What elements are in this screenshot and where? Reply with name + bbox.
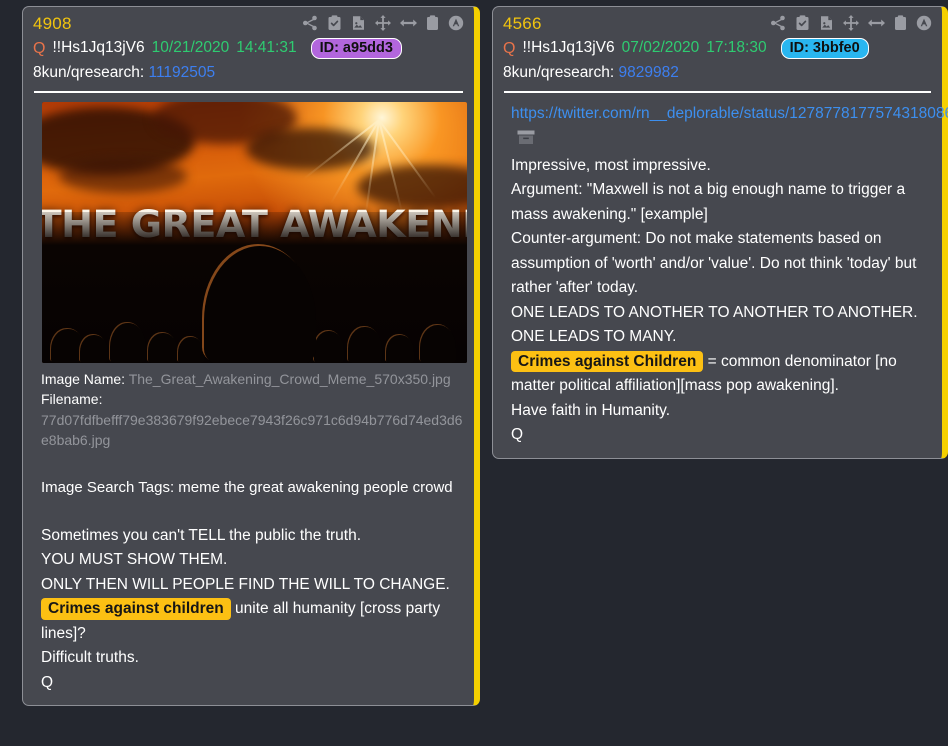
image-name-value: The_Great_Awakening_Crowd_Meme_570x350.j… [128,371,451,387]
post-date: 07/02/2020 [621,39,700,57]
circle-a-icon[interactable] [916,15,932,31]
share-icon[interactable] [770,15,786,31]
crowd-head [110,323,146,363]
crowd-silhouette [42,211,467,363]
body-line: YOU MUST SHOW THEM. [41,551,228,569]
clipboard-icon[interactable] [426,15,439,31]
tripcode: !!Hs1Jq13jV6 [522,39,615,57]
post-body: https://twitter.com/rn__deplorable/statu… [511,102,948,448]
post-header-top-row: 4566 [503,14,932,36]
move-icon[interactable] [375,15,391,31]
post-card-4908[interactable]: 4908 Q !!Hs1Jq13jV6 10/21/2020 14:41:31 … [22,6,480,707]
post-header-top-row: 4908 [33,14,464,36]
clipboard-check-icon[interactable] [795,15,810,31]
body-line-highlighted: Crimes against Children = common denomin… [511,350,897,394]
post-action-icons[interactable] [302,14,464,31]
post-signature: Q [511,426,524,444]
crowd-head [420,325,457,363]
body-line: Argument: "Maxwell is not a big enough n… [511,181,906,223]
crowd-head [386,335,415,363]
highlight-term: Crimes against children [41,598,231,620]
post-image[interactable]: THE GREAT AWAKENING [42,102,467,363]
post-action-icons[interactable] [770,14,932,31]
post-source-row: 8kun/qresearch: 9829982 [503,61,932,84]
circle-a-icon[interactable] [448,15,464,31]
header-divider [34,91,463,93]
twitter-link[interactable]: https://twitter.com/rn__deplorable/statu… [511,102,948,126]
body-line: Difficult truths. [41,649,139,667]
post-number[interactable]: 4908 [33,14,72,34]
author-mark: Q [503,39,516,57]
crowd-head [80,335,109,363]
crowd-head [178,337,204,363]
filename-value: 77d07fdfbefff79e383679f92ebece7943f26c97… [41,411,463,448]
post-header: 4566 Q !!Hs1Jq13jV6 07/02/2020 17:18:30 … [503,14,932,93]
post-time: 14:41:31 [236,39,297,57]
post-board: 4908 Q !!Hs1Jq13jV6 10/21/2020 14:41:31 … [0,0,948,746]
post-source-row: 8kun/qresearch: 11192505 [33,61,464,84]
body-line: ONLY THEN WILL PEOPLE FIND THE WILL TO C… [41,575,450,593]
post-card-4566[interactable]: 4566 Q !!Hs1Jq13jV6 07/02/2020 17:18:30 … [492,6,948,459]
post-time: 17:18:30 [706,39,767,57]
crowd-head [314,331,344,363]
source-label: 8kun/qresearch: [503,64,615,81]
post-body: Sometimes you can't TELL the public the … [41,524,464,695]
author-mark: Q [33,39,46,57]
body-line: Have faith in Humanity. [511,401,671,419]
archive-icon[interactable] [517,129,535,153]
share-icon[interactable] [302,15,318,31]
crowd-head [348,327,382,363]
crowd-head-foreground [203,246,316,363]
status-badge[interactable]: ID: 3bbfe0 [780,38,869,59]
move-icon[interactable] [843,15,859,31]
clipboard-icon[interactable] [894,15,907,31]
resize-horizontal-icon[interactable] [400,16,417,30]
tripcode: !!Hs1Jq13jV6 [52,39,145,57]
image-name-row: Image Name: The_Great_Awakening_Crowd_Me… [41,369,464,389]
clipboard-check-icon[interactable] [327,15,342,31]
post-header: 4908 Q !!Hs1Jq13jV6 10/21/2020 14:41:31 … [33,14,464,93]
body-line: Sometimes you can't TELL the public the … [41,526,362,544]
post-meta-row: Q !!Hs1Jq13jV6 07/02/2020 17:18:30 ID: 3… [503,37,932,60]
image-name-label: Image Name: [41,371,126,387]
body-line: ONE LEADS TO MANY. [511,328,677,346]
filename-label: Filename: [41,391,103,408]
source-link[interactable]: 11192505 [148,64,215,81]
post-number[interactable]: 4566 [503,14,542,34]
body-line: Impressive, most impressive. [511,156,711,174]
body-line: ONE LEADS TO ANOTHER TO ANOTHER TO ANOTH… [511,303,918,321]
header-divider [504,91,931,93]
crowd-head [148,333,179,363]
resize-horizontal-icon[interactable] [868,16,885,30]
post-meta-row: Q !!Hs1Jq13jV6 10/21/2020 14:41:31 ID: a… [33,37,464,60]
cloud-shape [59,159,187,194]
body-line-highlighted: Crimes against children unite all humani… [41,598,440,642]
image-metadata: Image Name: The_Great_Awakening_Crowd_Me… [41,369,464,450]
source-link[interactable]: 9829982 [618,64,678,81]
post-date: 10/21/2020 [151,39,230,57]
highlight-term: Crimes against Children [511,350,704,373]
status-badge[interactable]: ID: a95dd3 [310,38,402,59]
source-label: 8kun/qresearch: [33,64,145,81]
document-image-icon[interactable] [819,15,834,31]
body-line: Counter-argument: Do not make statements… [511,230,917,297]
document-image-icon[interactable] [351,15,366,31]
post-signature: Q [41,673,54,691]
image-search-tags: Image Search Tags: meme the great awaken… [41,479,453,497]
